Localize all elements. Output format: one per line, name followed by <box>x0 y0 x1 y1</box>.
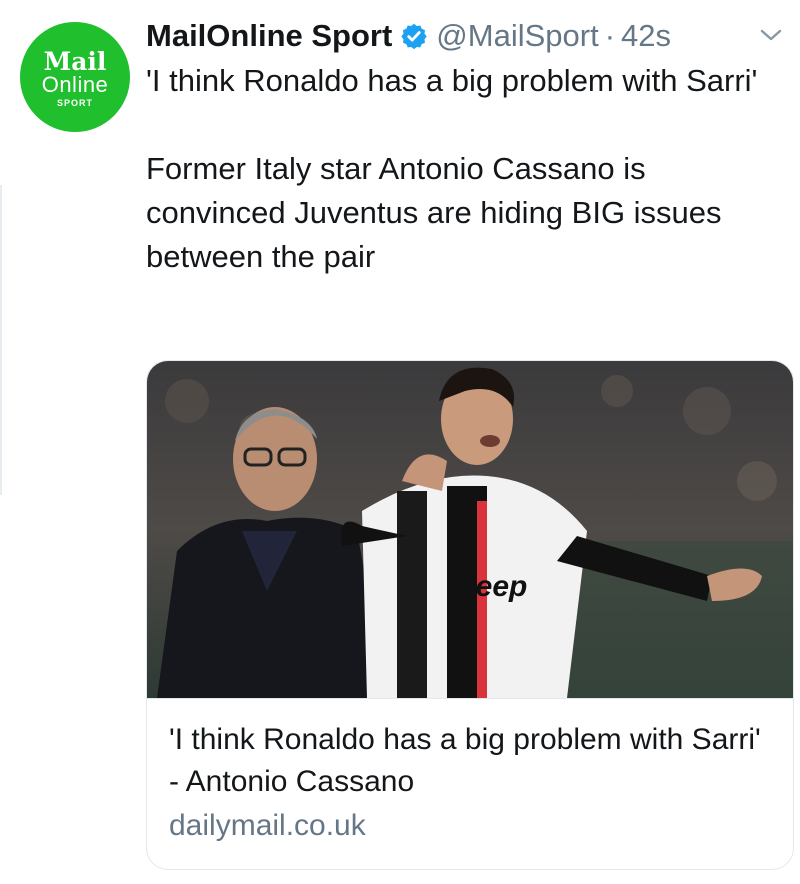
tweet-text: 'I think Ronaldo has a big problem with … <box>146 59 786 279</box>
avatar-logo-mail: Mail <box>43 47 107 76</box>
card-title[interactable]: 'I think Ronaldo has a big problem with … <box>169 719 779 803</box>
avatar-logo-online: Online <box>41 72 109 97</box>
tweet-text-line2: Former Italy star Antonio Cassano is con… <box>146 151 722 274</box>
card-image[interactable]: Jeep <box>147 361 793 699</box>
tweet-text-line1: 'I think Ronaldo has a big problem with … <box>146 63 758 98</box>
separator-dot: · <box>604 18 616 53</box>
avatar-logo-sport: SPORT <box>56 98 93 108</box>
avatar[interactable]: Mail Online SPORT <box>20 22 130 132</box>
author-handle[interactable]: @MailSport <box>436 14 598 58</box>
shirt-sponsor-text: Jeep <box>459 570 527 603</box>
left-divider <box>0 185 2 495</box>
tweet-timestamp[interactable]: 42s <box>621 14 671 58</box>
card-domain[interactable]: dailymail.co.uk <box>169 805 366 847</box>
author-name[interactable]: MailOnline Sport <box>146 14 392 58</box>
chevron-down-icon[interactable] <box>758 24 784 46</box>
verified-badge-icon <box>401 23 428 50</box>
link-card[interactable]: Jeep 'I think Ronaldo has a big problem … <box>146 360 794 870</box>
tweet-header: MailOnline Sport @MailSport · 42s <box>146 14 750 58</box>
